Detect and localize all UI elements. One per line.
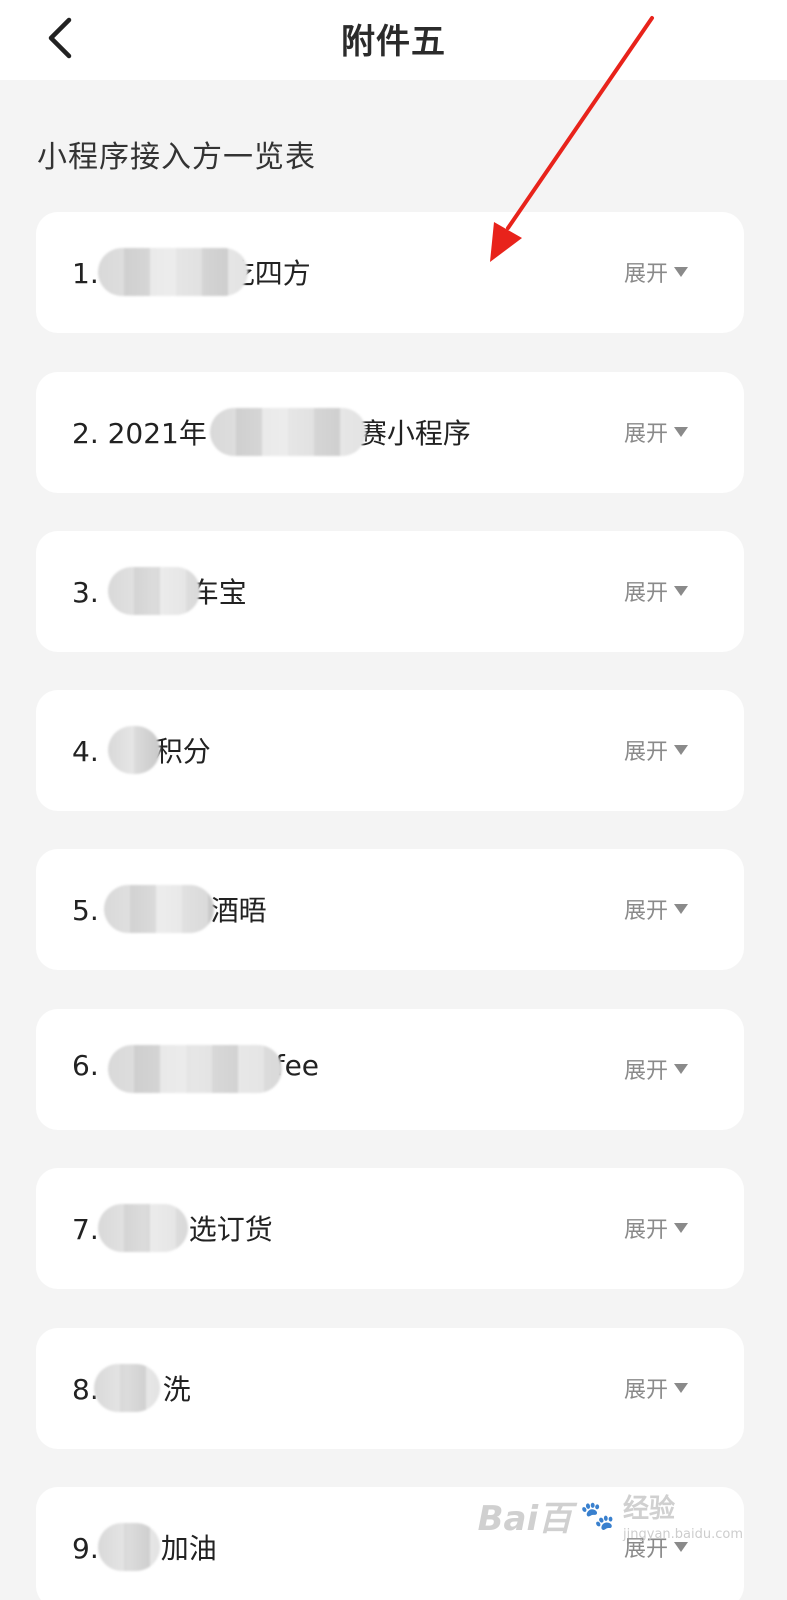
expand-toggle[interactable]: 展开	[624, 734, 688, 766]
expand-toggle[interactable]: 展开	[624, 1531, 688, 1563]
caret-down-icon	[674, 1223, 688, 1233]
page: 附件五 小程序接入方一览表 1. 吃四方 展开 2. 2021年 赛小程序 展开 3…	[0, 0, 787, 1600]
caret-down-icon	[674, 267, 688, 277]
privacy-blur	[108, 726, 160, 774]
privacy-blur	[108, 567, 200, 615]
expand-toggle[interactable]: 展开	[624, 1053, 688, 1085]
list-item[interactable]: 8. 洗 展开	[36, 1328, 744, 1449]
privacy-blur	[94, 1364, 160, 1412]
list-item[interactable]: 6. fee 展开	[36, 1009, 744, 1130]
list-item[interactable]: 2. 2021年 赛小程序 展开	[36, 372, 744, 493]
list-item[interactable]: 4. 积分 展开	[36, 690, 744, 811]
section-title: 小程序接入方一览表	[37, 140, 316, 175]
caret-down-icon	[674, 904, 688, 914]
caret-down-icon	[674, 1064, 688, 1074]
list-item[interactable]: 1. 吃四方 展开	[36, 212, 744, 333]
privacy-blur	[104, 885, 214, 933]
caret-down-icon	[674, 586, 688, 596]
top-navbar: 附件五	[0, 0, 787, 80]
privacy-blur	[108, 1045, 282, 1093]
list-item[interactable]: 7. 选订货 展开	[36, 1168, 744, 1289]
privacy-blur	[98, 1523, 160, 1571]
caret-down-icon	[674, 1542, 688, 1552]
expand-toggle[interactable]: 展开	[624, 256, 688, 288]
page-title: 附件五	[341, 22, 446, 62]
list-item[interactable]: 9. 加油 展开	[36, 1487, 744, 1600]
expand-toggle[interactable]: 展开	[624, 893, 688, 925]
expand-toggle[interactable]: 展开	[624, 1212, 688, 1244]
expand-toggle[interactable]: 展开	[624, 1372, 688, 1404]
privacy-blur	[98, 248, 248, 296]
expand-toggle[interactable]: 展开	[624, 416, 688, 448]
list-item[interactable]: 5. 酒晤 展开	[36, 849, 744, 970]
expand-toggle[interactable]: 展开	[624, 575, 688, 607]
privacy-blur	[210, 408, 366, 456]
caret-down-icon	[674, 745, 688, 755]
caret-down-icon	[674, 1383, 688, 1393]
privacy-blur	[98, 1204, 188, 1252]
list-item[interactable]: 3. 车宝 展开	[36, 531, 744, 652]
caret-down-icon	[674, 427, 688, 437]
